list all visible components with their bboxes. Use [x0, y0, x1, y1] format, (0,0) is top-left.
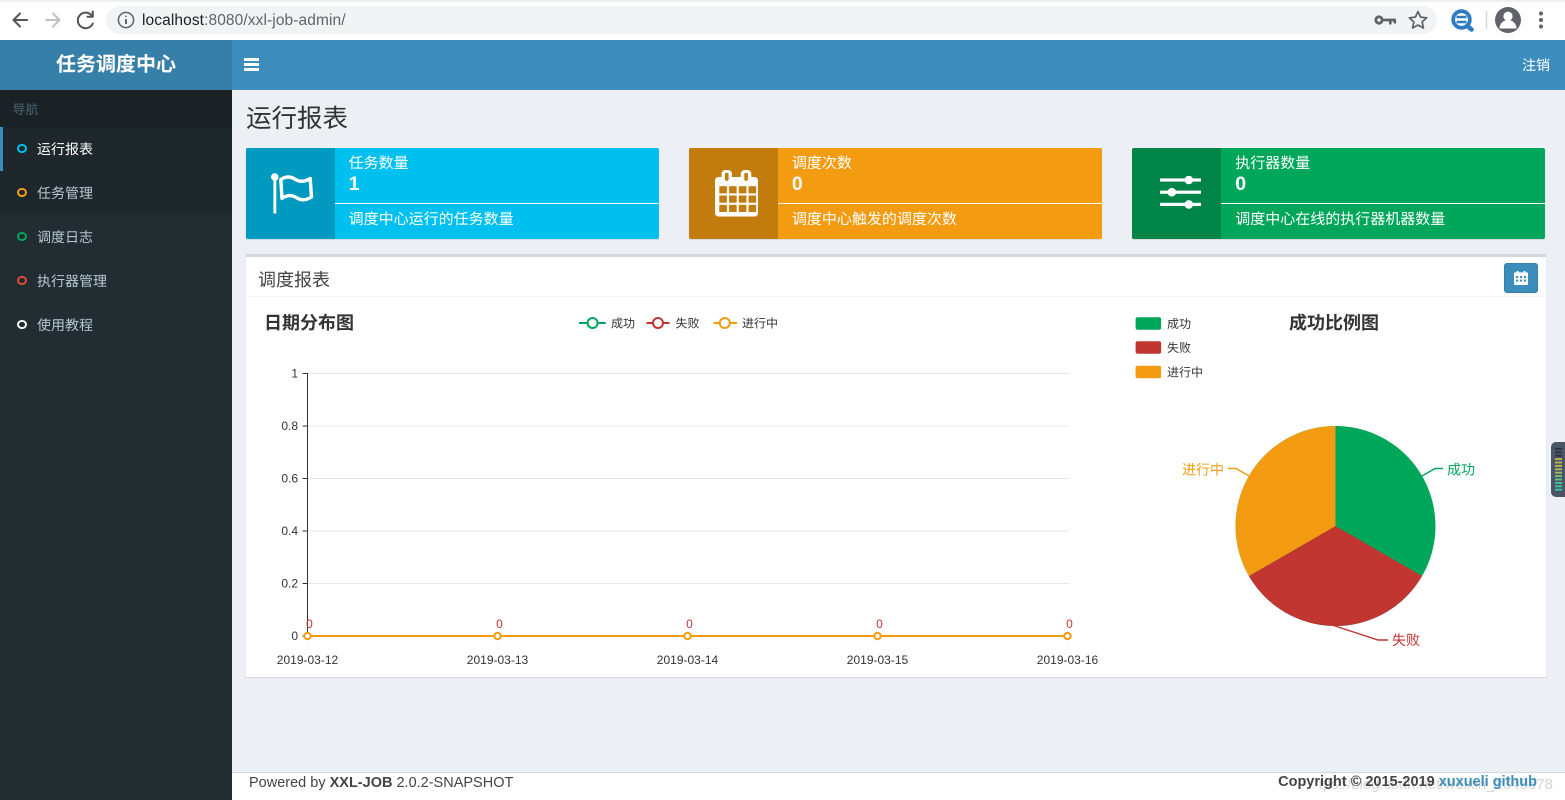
svg-text:成功: 成功	[1447, 462, 1475, 478]
svg-text:0: 0	[876, 617, 883, 631]
svg-text:2019-03-16: 2019-03-16	[1037, 653, 1099, 667]
svg-text:成功比例图: 成功比例图	[1289, 313, 1379, 333]
svg-text:失败: 失败	[1167, 341, 1191, 355]
svg-text:1: 1	[291, 367, 298, 381]
svg-text:2019-03-14: 2019-03-14	[657, 653, 719, 667]
svg-text:进行中: 进行中	[1167, 366, 1203, 380]
svg-text:0: 0	[291, 629, 298, 643]
svg-text:进行中: 进行中	[742, 317, 778, 331]
svg-text:成功: 成功	[1167, 317, 1191, 331]
svg-text:0: 0	[686, 617, 693, 631]
svg-text:进行中: 进行中	[1182, 462, 1224, 478]
svg-text:失败: 失败	[1392, 632, 1420, 648]
svg-text:日期分布图: 日期分布图	[264, 313, 354, 333]
svg-text:失败: 失败	[676, 317, 700, 331]
svg-text:0.8: 0.8	[281, 419, 298, 433]
svg-text:2019-03-15: 2019-03-15	[847, 653, 909, 667]
svg-text:2019-03-12: 2019-03-12	[277, 653, 339, 667]
svg-text:2019-03-13: 2019-03-13	[467, 653, 529, 667]
svg-text:0.2: 0.2	[281, 577, 298, 591]
svg-text:0: 0	[496, 617, 503, 631]
svg-text:0.6: 0.6	[281, 472, 298, 486]
svg-text:0: 0	[306, 617, 313, 631]
svg-text:0: 0	[1066, 617, 1073, 631]
svg-text:0.4: 0.4	[281, 524, 298, 538]
svg-text:成功: 成功	[611, 317, 635, 331]
